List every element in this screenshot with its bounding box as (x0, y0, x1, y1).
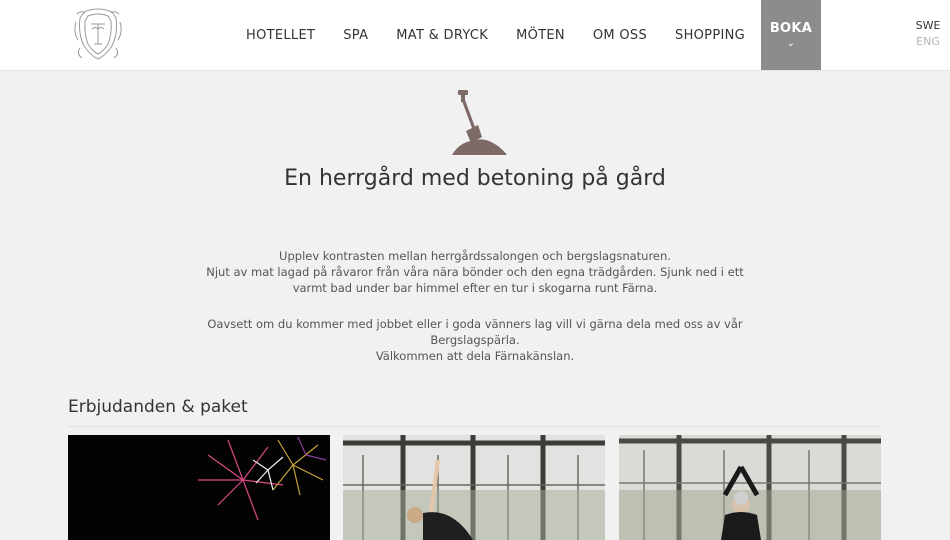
offers-title: Erbjudanden & paket (68, 397, 248, 417)
language-switcher: SWE ENG (910, 18, 946, 50)
nav-item-hotellet[interactable]: HOTELLET (232, 0, 329, 70)
yoga-side-stretch-image (343, 435, 605, 540)
intro-paragraph-1: Upplev kontrasten mellan herrgårdssalong… (175, 248, 775, 296)
intro-title: En herrgård med betoning på gård (284, 166, 666, 191)
nav-item-shopping[interactable]: SHOPPING (661, 0, 759, 70)
boka-label: BOKA (769, 21, 813, 36)
fireworks-image (68, 435, 330, 540)
boka-button[interactable]: BOKA ⌄ (761, 0, 821, 70)
nav-item-om-oss[interactable]: OM OSS (579, 0, 661, 70)
offers-divider (68, 426, 880, 427)
intro-line: varmt bad under bar himmel efter en tur … (292, 281, 658, 295)
intro-line: Njut av mat lagad på råvaror från våra n… (206, 265, 744, 279)
yoga-arms-raised-image (619, 435, 881, 540)
language-swe[interactable]: SWE (910, 18, 946, 34)
intro-paragraph-2: Oavsett om du kommer med jobbet eller i … (175, 316, 775, 364)
shovel-icon (449, 87, 509, 157)
language-eng[interactable]: ENG (910, 34, 946, 50)
site-header: HOTELLET SPA MAT & DRYCK MÖTEN OM OSS SH… (0, 0, 950, 71)
intro-line: Välkommen att dela Färnakänslan. (375, 349, 575, 363)
offer-card-yoga-stretch[interactable] (343, 435, 605, 540)
offer-card-fireworks[interactable] (68, 435, 330, 540)
nav-item-moten[interactable]: MÖTEN (502, 0, 579, 70)
offer-card-yoga-arms[interactable] (619, 435, 881, 540)
crest-logo-icon[interactable] (72, 4, 124, 62)
intro-line: Upplev kontrasten mellan herrgårdssalong… (279, 249, 671, 263)
nav-item-mat-dryck[interactable]: MAT & DRYCK (382, 0, 502, 70)
chevron-down-icon: ⌄ (787, 39, 795, 49)
intro-line: Oavsett om du kommer med jobbet eller i … (207, 317, 743, 347)
main-nav: HOTELLET SPA MAT & DRYCK MÖTEN OM OSS SH… (232, 0, 821, 70)
nav-item-spa[interactable]: SPA (329, 0, 382, 70)
